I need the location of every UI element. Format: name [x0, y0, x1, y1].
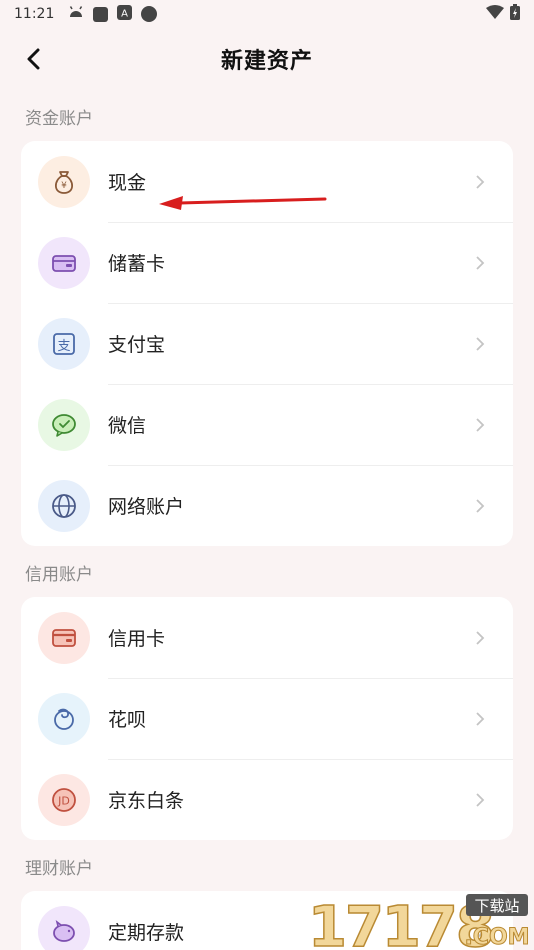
svg-text:¥: ¥ — [61, 181, 67, 191]
svg-text:.COM: .COM — [464, 925, 529, 950]
app-notification-icon — [93, 6, 109, 22]
jd-icon: JD — [38, 773, 90, 826]
page-title: 新建资产 — [220, 49, 313, 74]
piggy-bank-icon — [38, 905, 90, 950]
android-icon — [68, 5, 84, 23]
chevron-right-icon — [476, 711, 485, 726]
alipay-icon: 支 — [38, 317, 90, 370]
wifi-icon — [486, 5, 504, 23]
status-time: 11:21 — [14, 6, 55, 22]
item-label: 网络账户 — [108, 496, 185, 518]
item-label: 支付宝 — [108, 334, 166, 356]
back-button[interactable] — [18, 44, 48, 74]
section-title-credit: 信用账户 — [25, 565, 93, 585]
battery-icon — [510, 4, 520, 24]
header: 新建资产 — [0, 28, 534, 90]
chevron-right-icon — [476, 174, 485, 189]
item-label: 花呗 — [108, 709, 147, 731]
item-label: 储蓄卡 — [108, 253, 166, 275]
chevron-right-icon — [476, 417, 485, 432]
list-item-online-account[interactable]: 网络账户 — [21, 465, 513, 546]
wechat-icon — [38, 398, 90, 451]
section-title-funds: 资金账户 — [25, 109, 93, 129]
a-notification-icon: A — [117, 4, 133, 24]
list-item-alipay[interactable]: 支 支付宝 — [21, 303, 513, 384]
item-label: 京东白条 — [108, 790, 185, 812]
circle-notification-icon — [141, 6, 158, 22]
chevron-left-icon — [27, 48, 40, 70]
item-label: 微信 — [108, 415, 147, 437]
list-item-jd-baitiao[interactable]: JD 京东白条 — [21, 759, 513, 840]
chevron-right-icon — [476, 498, 485, 513]
huabei-icon — [38, 692, 90, 745]
watermark-logo: 17178 下载站 .COM — [307, 894, 530, 950]
list-item-wechat[interactable]: 微信 — [21, 384, 513, 465]
chevron-right-icon — [476, 792, 485, 807]
list-item-huabei[interactable]: 花呗 — [21, 678, 513, 759]
money-bag-icon: ¥ — [38, 155, 90, 208]
section-title-investment: 理财账户 — [25, 859, 93, 879]
chevron-right-icon — [476, 630, 485, 645]
chevron-right-icon — [476, 336, 485, 351]
svg-text:A: A — [121, 8, 128, 19]
globe-icon — [38, 479, 90, 532]
svg-text:下载站: 下载站 — [474, 897, 519, 915]
svg-text:支: 支 — [57, 339, 70, 354]
item-label: 信用卡 — [108, 628, 166, 650]
svg-text:JD: JD — [57, 794, 70, 807]
list-item-debit-card[interactable]: 储蓄卡 — [21, 222, 513, 303]
item-label: 现金 — [108, 172, 147, 194]
wallet-card-icon — [38, 236, 90, 289]
chevron-right-icon — [476, 255, 485, 270]
status-bar: 11:21 A — [0, 0, 534, 28]
credit-card-icon — [38, 611, 90, 664]
card-credit: 信用卡 花呗 JD 京东白条 — [21, 597, 513, 840]
list-item-credit-card[interactable]: 信用卡 — [21, 597, 513, 678]
item-label: 定期存款 — [108, 922, 185, 944]
annotation-arrow-icon — [159, 196, 327, 210]
